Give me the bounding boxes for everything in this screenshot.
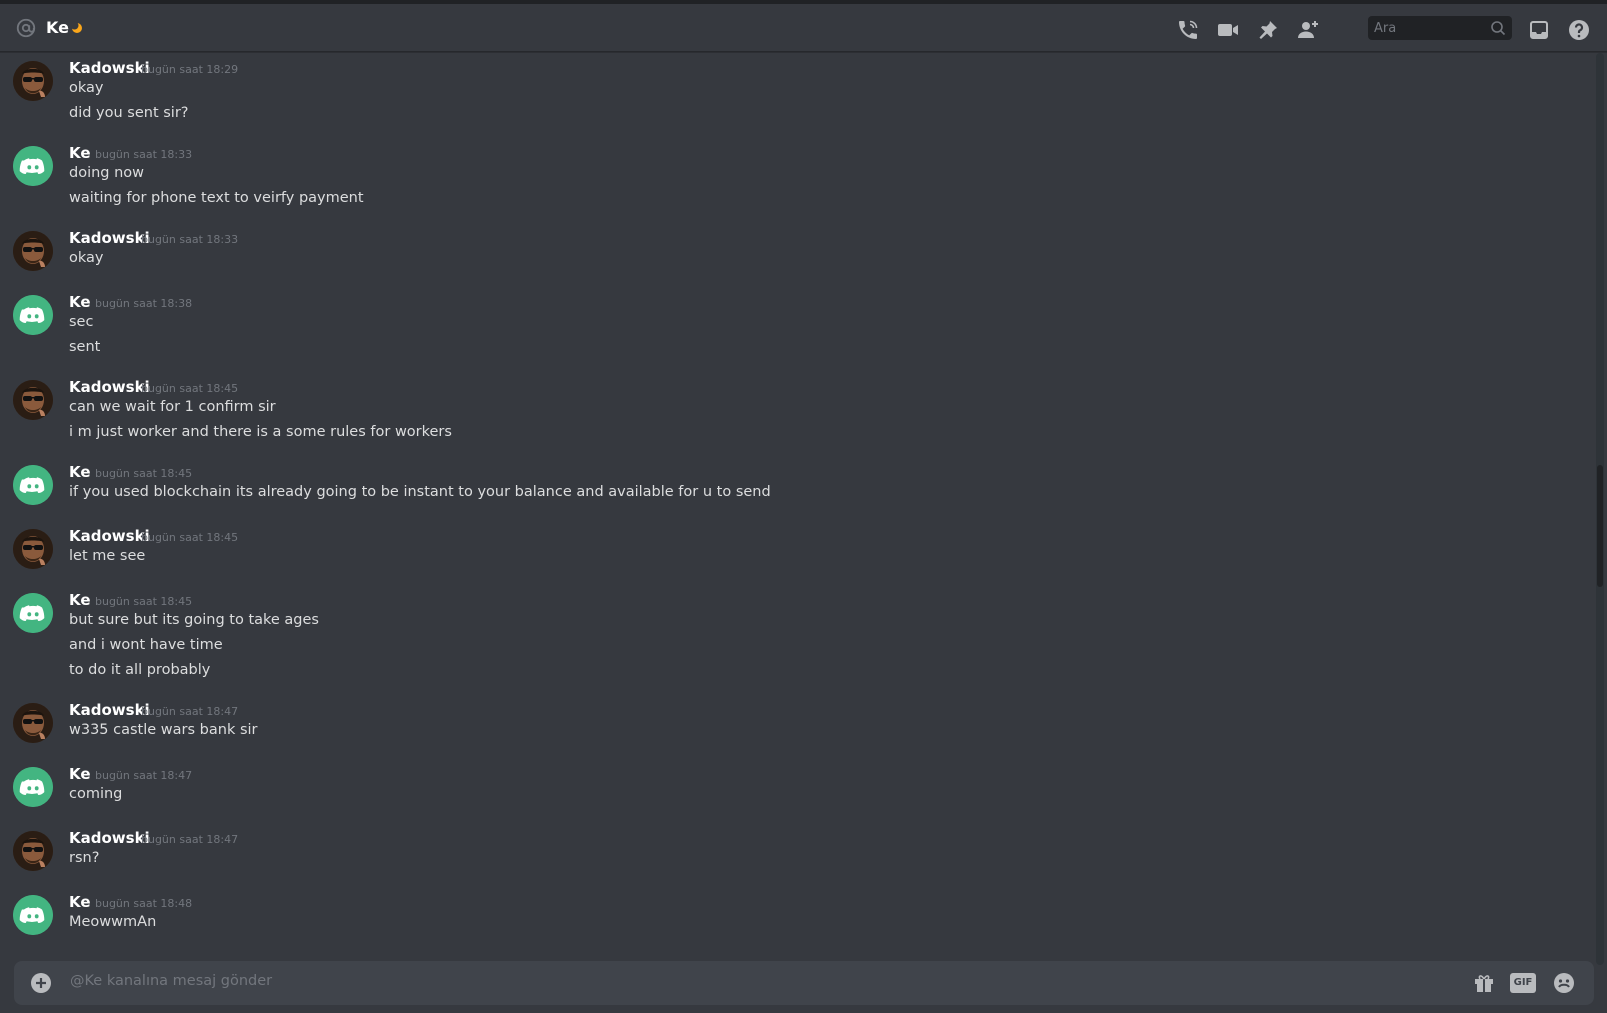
emoji-icon[interactable] xyxy=(1552,971,1576,995)
message-text: coming xyxy=(69,786,123,802)
message-text: rsn? xyxy=(69,850,100,866)
message-author[interactable]: Ke xyxy=(69,893,91,911)
message-text: but sure but its going to take ages xyxy=(69,612,319,628)
message-input[interactable] xyxy=(70,973,1370,993)
discord-avatar-icon[interactable] xyxy=(13,593,53,633)
channel-header: Ke xyxy=(0,4,1607,52)
channel-title: Ke xyxy=(46,18,69,37)
message-text: doing now xyxy=(69,165,145,181)
message-author[interactable]: Ke xyxy=(69,463,91,481)
moon-status-icon xyxy=(70,20,85,34)
message-timestamp: bugün saat 18:38 xyxy=(95,297,193,310)
message-text: to do it all probably xyxy=(69,662,211,678)
message-composer: GIF xyxy=(14,961,1594,1005)
message-timestamp: bugün saat 18:29 xyxy=(141,63,239,76)
gift-icon[interactable] xyxy=(1472,971,1496,995)
message-author[interactable]: Ke xyxy=(69,293,91,311)
message-text: sent xyxy=(69,339,101,355)
user-avatar[interactable] xyxy=(13,231,53,271)
message-timestamp: bugün saat 18:45 xyxy=(95,595,193,608)
message-timestamp: bugün saat 18:33 xyxy=(141,233,239,246)
user-avatar[interactable] xyxy=(13,380,53,420)
gif-button[interactable]: GIF xyxy=(1510,973,1536,993)
message-timestamp: bugün saat 18:45 xyxy=(141,531,239,544)
message-author[interactable]: Kadowski xyxy=(69,829,150,847)
message-timestamp: bugün saat 18:47 xyxy=(95,769,193,782)
scrollbar-thumb[interactable] xyxy=(1597,465,1603,587)
message-list[interactable]: Kadowski bugün saat 18:29 okay did you sent… xyxy=(0,53,1595,965)
message-author[interactable]: Kadowski xyxy=(69,378,150,396)
discord-avatar-icon[interactable] xyxy=(13,146,53,186)
message-timestamp: bugün saat 18:47 xyxy=(141,833,239,846)
inbox-icon[interactable] xyxy=(1527,18,1551,42)
message-author[interactable]: Ke xyxy=(69,765,91,783)
discord-avatar-icon[interactable] xyxy=(13,465,53,505)
add-friend-icon[interactable] xyxy=(1296,18,1320,42)
user-avatar[interactable] xyxy=(13,61,53,101)
search-box[interactable] xyxy=(1368,16,1512,40)
message-timestamp: bugün saat 18:33 xyxy=(95,148,193,161)
message-text: if you used blockchain its already going… xyxy=(69,484,771,500)
message-text: sec xyxy=(69,314,94,330)
message-author[interactable]: Kadowski xyxy=(69,59,150,77)
message-author[interactable]: Kadowski xyxy=(69,527,150,545)
message-text: okay xyxy=(69,80,104,96)
message-author[interactable]: Kadowski xyxy=(69,701,150,719)
search-input[interactable] xyxy=(1374,19,1484,37)
message-timestamp: bugün saat 18:47 xyxy=(141,705,239,718)
message-text: MeowwmAn xyxy=(69,914,157,930)
user-avatar[interactable] xyxy=(13,529,53,569)
message-author[interactable]: Ke xyxy=(69,591,91,609)
attach-plus-icon[interactable] xyxy=(30,972,52,994)
message-text: waiting for phone text to veirfy payment xyxy=(69,190,364,206)
pin-icon[interactable] xyxy=(1256,18,1280,42)
user-avatar[interactable] xyxy=(13,703,53,743)
message-timestamp: bugün saat 18:45 xyxy=(141,382,239,395)
message-text: can we wait for 1 confirm sir xyxy=(69,399,276,415)
message-text: let me see xyxy=(69,548,146,564)
search-icon xyxy=(1490,20,1506,36)
message-timestamp: bugün saat 18:48 xyxy=(95,897,193,910)
at-icon xyxy=(15,17,37,39)
discord-avatar-icon[interactable] xyxy=(13,295,53,335)
voice-call-icon[interactable] xyxy=(1176,18,1200,42)
discord-avatar-icon[interactable] xyxy=(13,895,53,935)
user-avatar[interactable] xyxy=(13,831,53,871)
message-text: i m just worker and there is a some rule… xyxy=(69,424,452,440)
video-call-icon[interactable] xyxy=(1216,18,1240,42)
message-text: w335 castle wars bank sir xyxy=(69,722,258,738)
message-author[interactable]: Ke xyxy=(69,144,91,162)
message-author[interactable]: Kadowski xyxy=(69,229,150,247)
discord-avatar-icon[interactable] xyxy=(13,767,53,807)
message-text: and i wont have time xyxy=(69,637,223,653)
message-timestamp: bugün saat 18:45 xyxy=(95,467,193,480)
message-text: okay xyxy=(69,250,104,266)
help-icon[interactable] xyxy=(1567,18,1591,42)
message-text: did you sent sir? xyxy=(69,105,189,121)
